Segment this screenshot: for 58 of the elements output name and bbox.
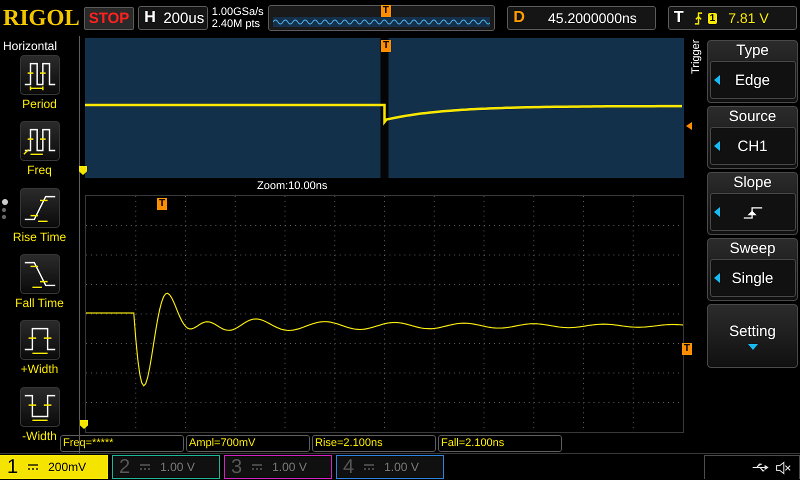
menu-button[interactable]: Setting	[707, 304, 798, 368]
speaker-muted-icon	[775, 460, 791, 474]
trigger-level-marker: T	[682, 343, 692, 355]
channel-tab[interactable]: 2 1.00 V	[112, 455, 220, 479]
measure-button[interactable]	[20, 55, 60, 95]
channel-tab[interactable]: 3 1.00 V	[224, 455, 332, 479]
delay-display: D 45.2000000ns	[507, 6, 656, 30]
menu-title: Trigger	[690, 40, 703, 76]
timebase-display: H 200us	[138, 6, 208, 30]
rising-edge-icon	[742, 206, 764, 218]
trigger-position-marker: T	[157, 198, 168, 210]
down-arrow-icon	[748, 344, 758, 350]
dc-coupling-icon	[252, 464, 262, 470]
menu-button[interactable]: Type Edge	[707, 40, 798, 103]
measurement-readout: Freq=*****	[60, 435, 184, 452]
measure-label: Freq	[27, 163, 52, 178]
channel-tab[interactable]: 1 200mV	[0, 455, 108, 479]
memory-depth: 2.40M pts	[212, 18, 262, 30]
trigger-level-marker	[686, 122, 692, 130]
measure-label: +Width	[20, 362, 58, 376]
measure-label: -Width	[22, 428, 57, 443]
run-state: STOP	[84, 6, 134, 30]
zoom-label: Zoom:10.00ns	[256, 179, 328, 194]
rising-edge-icon	[694, 12, 703, 24]
page-dot[interactable]	[2, 215, 6, 219]
sidebar-title: Horizontal	[2, 38, 58, 55]
menu-button[interactable]: Sweep Single	[707, 238, 798, 301]
measurement-readout: Ampl=700mV	[186, 435, 310, 452]
channel-marker-icon	[79, 166, 87, 175]
dc-coupling-icon	[140, 464, 150, 470]
trigger-position-marker: T	[381, 40, 392, 52]
left-arrow-icon	[714, 141, 720, 151]
measure-button[interactable]	[20, 320, 60, 360]
measure-label: Rise Time	[12, 230, 66, 244]
measure-label: Fall Time	[15, 296, 64, 310]
menu-button[interactable]: Slope	[707, 172, 798, 235]
measurement-readout: Rise=2.100ns	[312, 435, 436, 452]
menu-button[interactable]: Source CH1	[707, 106, 798, 169]
sample-rate: 1.00GSa/s	[212, 6, 264, 18]
trigger-position-marker: T	[380, 5, 391, 17]
left-arrow-icon	[714, 273, 720, 283]
measure-button[interactable]	[20, 121, 60, 162]
left-arrow-icon	[714, 75, 720, 85]
page-dot[interactable]	[2, 208, 6, 212]
measure-button[interactable]	[20, 386, 60, 427]
dc-coupling-icon	[364, 464, 374, 470]
measure-label: Period	[22, 97, 57, 111]
dc-coupling-icon	[28, 464, 38, 470]
measure-button[interactable]	[20, 188, 60, 228]
left-arrow-icon	[714, 207, 720, 217]
channel-tab[interactable]: 4 1.00 V	[336, 455, 444, 479]
measure-button[interactable]	[20, 254, 60, 294]
trigger-display: T 1 7.81 V	[668, 6, 797, 30]
brand-logo: RIGOL	[3, 5, 80, 31]
channel-marker-icon	[80, 420, 88, 429]
page-dot[interactable]	[2, 199, 8, 205]
measurement-readout: Fall=2.100ns	[438, 435, 562, 452]
usb-icon	[751, 462, 771, 473]
